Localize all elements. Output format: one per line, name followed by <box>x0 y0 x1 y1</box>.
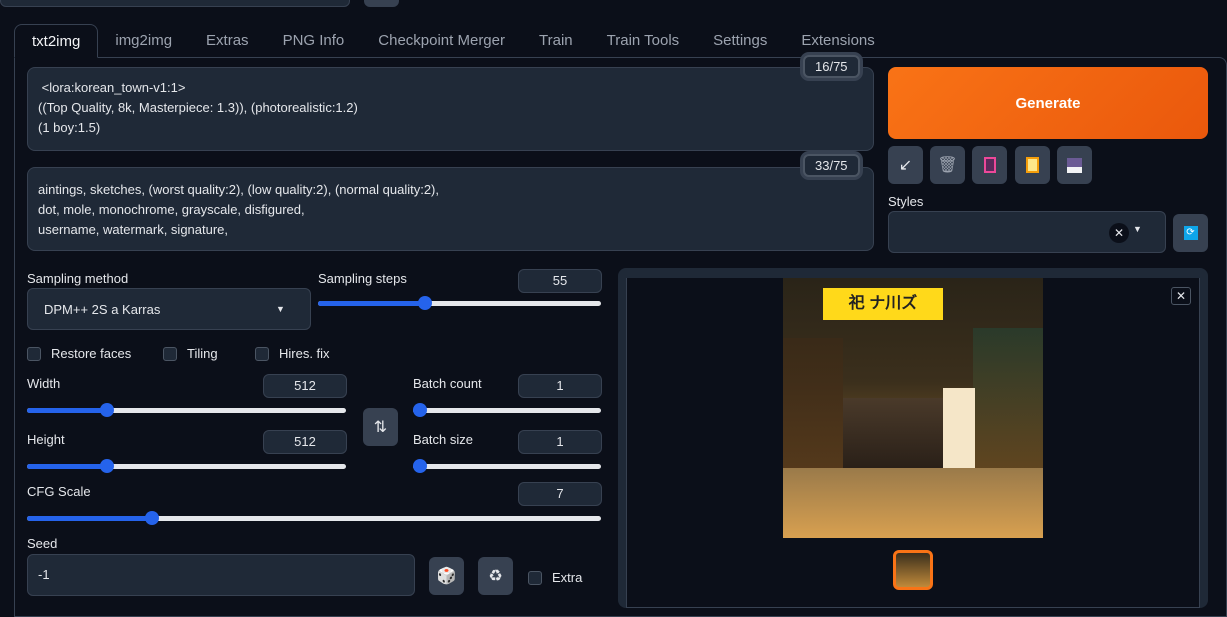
floppy-disk-icon <box>1067 157 1082 173</box>
styles-label: Styles <box>888 194 924 209</box>
hires-fix-checkbox[interactable]: Hires. fix <box>255 346 330 361</box>
slider-thumb[interactable] <box>144 511 159 525</box>
tab-img2img[interactable]: img2img <box>98 24 189 58</box>
close-icon[interactable]: ✕ <box>1171 287 1191 305</box>
batch-count-slider[interactable] <box>413 400 601 420</box>
prompt-token-counter: 16/75 <box>803 55 860 78</box>
swap-icon: ⇅ <box>373 419 388 436</box>
swap-dimensions-button[interactable]: ⇅ <box>363 408 398 446</box>
sampling-method-value: DPM++ 2S a Karras <box>44 302 161 317</box>
reuse-seed-button[interactable]: ♻ <box>478 557 513 595</box>
tab-train[interactable]: Train <box>522 24 590 58</box>
refresh-icon: ⟳ <box>1183 226 1198 240</box>
gallery-thumbnail[interactable] <box>893 550 933 590</box>
refresh-styles-button[interactable]: ⟳ <box>1173 214 1208 252</box>
tab-extensions[interactable]: Extensions <box>784 24 891 58</box>
generated-image[interactable]: 祀 ナ川ズ <box>783 278 1043 538</box>
read-params-button[interactable]: ↙ <box>888 146 923 184</box>
checkbox-box[interactable] <box>255 346 269 361</box>
dice-icon: 🎲 <box>436 568 457 585</box>
image-sign: 祀 ナ川ズ <box>823 288 943 320</box>
clear-icon[interactable]: ✕ <box>1109 223 1129 243</box>
refresh-model-button[interactable] <box>364 0 399 7</box>
sampling-method-dropdown[interactable]: DPM++ 2S a Karras ▼ <box>27 288 311 330</box>
height-slider[interactable] <box>27 456 346 476</box>
card-icon <box>983 157 996 173</box>
batch-size-label: Batch size <box>413 432 473 447</box>
extra-networks-button[interactable] <box>972 146 1007 184</box>
random-seed-button[interactable]: 🎲 <box>429 557 464 595</box>
batch-count-label: Batch count <box>413 376 482 391</box>
tiling-checkbox[interactable]: Tiling <box>163 346 218 361</box>
restore-faces-checkbox[interactable]: Restore faces <box>27 346 131 361</box>
save-style-button[interactable] <box>1057 146 1092 184</box>
cfg-scale-input[interactable]: 7 <box>518 482 602 506</box>
extra-seed-checkbox[interactable]: Extra <box>528 570 582 585</box>
batch-count-input[interactable]: 1 <box>518 374 602 398</box>
extra-label: Extra <box>552 570 583 585</box>
slider-thumb[interactable] <box>417 296 432 310</box>
slider-fill <box>27 464 104 469</box>
slider-fill <box>318 301 423 306</box>
height-input[interactable]: 512 <box>263 430 347 454</box>
chevron-down-icon: ▼ <box>1133 224 1142 234</box>
slider-thumb[interactable] <box>100 403 115 417</box>
slider-thumb[interactable] <box>413 459 427 473</box>
arrow-icon: ↙ <box>898 157 913 174</box>
seed-label: Seed <box>27 536 58 551</box>
tab-txt2img[interactable]: txt2img <box>14 24 99 58</box>
tab-extras[interactable]: Extras <box>189 24 266 58</box>
negative-prompt-input[interactable]: aintings, sketches, (worst quality:2), (… <box>27 167 874 251</box>
trash-icon: 🗑 <box>937 157 958 174</box>
checkbox-box[interactable] <box>528 570 542 585</box>
tab-train-tools[interactable]: Train Tools <box>590 24 697 58</box>
hires-fix-label: Hires. fix <box>279 346 330 361</box>
recycle-icon: ♻ <box>488 568 503 585</box>
slider-fill <box>27 408 104 413</box>
sampling-steps-input[interactable]: 55 <box>518 269 602 293</box>
sampling-method-label: Sampling method <box>27 271 129 286</box>
tab-bar: txt2img img2img Extras PNG Info Checkpoi… <box>14 24 892 58</box>
sampling-steps-slider[interactable] <box>318 293 601 313</box>
styles-dropdown[interactable]: ✕ ▼ <box>888 211 1166 253</box>
width-slider[interactable] <box>27 400 346 420</box>
tab-png-info[interactable]: PNG Info <box>266 24 362 58</box>
chevron-down-icon: ▼ <box>276 304 285 314</box>
negative-prompt-token-counter: 33/75 <box>803 154 860 177</box>
slider-fill <box>27 516 148 521</box>
clear-prompt-button[interactable]: 🗑 <box>930 146 965 184</box>
slider-track[interactable] <box>413 408 601 413</box>
slider-thumb[interactable] <box>100 459 115 473</box>
prompt-input[interactable]: <lora:korean_town-v1:1> ((Top Quality, 8… <box>27 67 874 151</box>
tab-settings[interactable]: Settings <box>696 24 784 58</box>
cfg-scale-slider[interactable] <box>27 508 601 528</box>
model-select[interactable] <box>0 0 350 7</box>
width-label: Width <box>27 376 61 391</box>
checkbox-box[interactable] <box>27 346 41 361</box>
width-input[interactable]: 512 <box>263 374 347 398</box>
batch-size-input[interactable]: 1 <box>518 430 602 454</box>
clipboard-icon <box>1026 157 1039 173</box>
apply-style-button[interactable] <box>1015 146 1050 184</box>
cfg-scale-label: CFG Scale <box>27 484 91 499</box>
generate-button[interactable]: Generate <box>888 67 1208 139</box>
batch-size-slider[interactable] <box>413 456 601 476</box>
slider-track[interactable] <box>413 464 601 469</box>
height-label: Height <box>27 432 65 447</box>
tab-checkpoint-merger[interactable]: Checkpoint Merger <box>361 24 522 58</box>
restore-faces-label: Restore faces <box>51 346 132 361</box>
sampling-steps-label: Sampling steps <box>318 271 407 286</box>
checkbox-box[interactable] <box>163 346 177 361</box>
slider-thumb[interactable] <box>413 403 427 417</box>
tiling-label: Tiling <box>187 346 218 361</box>
